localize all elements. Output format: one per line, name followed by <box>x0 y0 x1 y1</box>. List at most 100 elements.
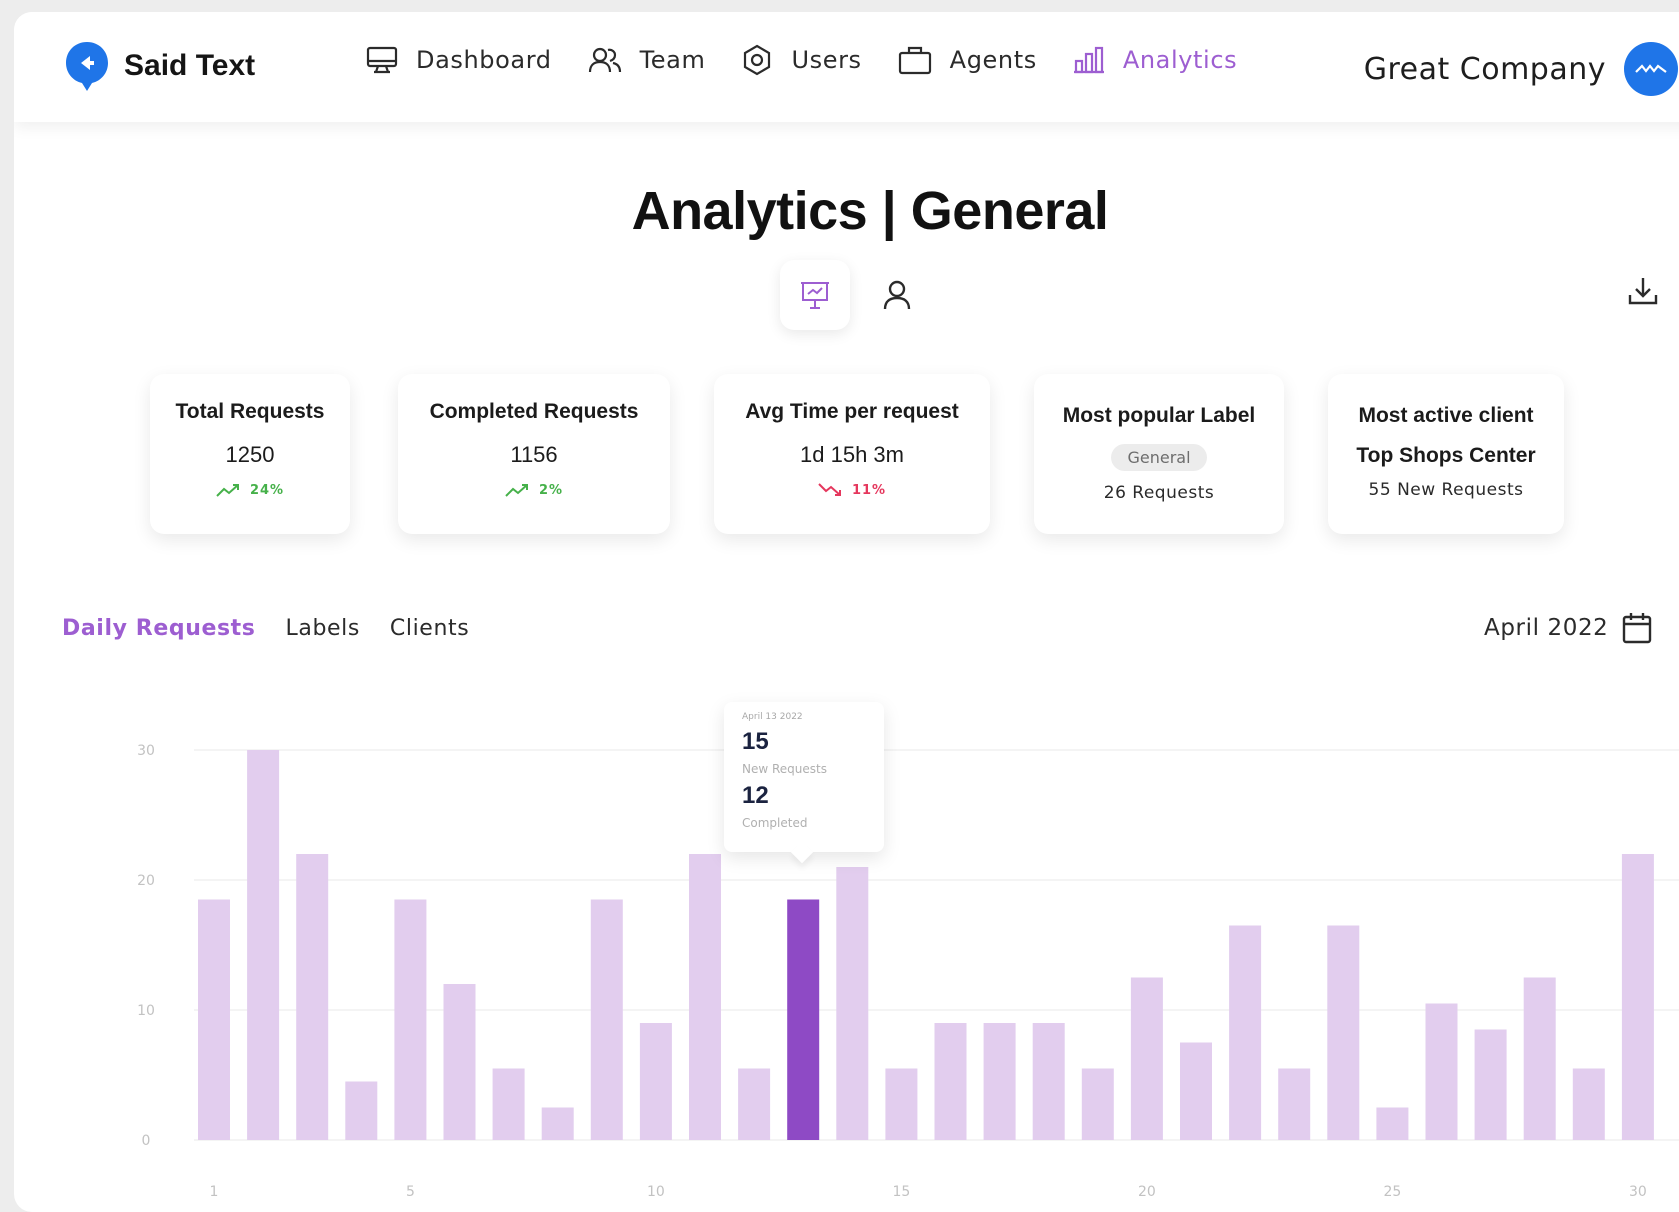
presentation-icon <box>801 282 829 309</box>
company-avatar[interactable] <box>1624 42 1678 96</box>
chart-bar[interactable] <box>1278 1068 1311 1141</box>
brand-logo-icon <box>66 42 108 91</box>
stat-trend-value: 11% <box>851 482 887 498</box>
chart-bar[interactable] <box>492 1068 525 1141</box>
chart-bar[interactable] <box>1523 977 1556 1141</box>
chart-bar[interactable] <box>934 1023 967 1140</box>
company-name: Great Company <box>1363 51 1606 87</box>
chart-bar[interactable] <box>1327 925 1360 1141</box>
stat-trend: 24% <box>150 482 350 498</box>
x-tick-label: 15 <box>892 1184 910 1200</box>
tooltip-new-requests-label: New Requests <box>742 762 827 776</box>
chart-bar[interactable] <box>1425 1003 1458 1141</box>
stat-card-completed-requests: Completed Requests 1156 2% <box>398 374 670 534</box>
stat-trend: 11% <box>714 482 990 498</box>
view-toggle <box>780 260 944 330</box>
stat-card-popular-label: Most popular Label General 26 Requests <box>1034 374 1284 534</box>
chart-bar[interactable] <box>247 750 280 1140</box>
stat-value: 1250 <box>225 442 275 467</box>
chart-bar[interactable] <box>590 899 623 1141</box>
nav-item-team[interactable]: Team <box>588 46 706 74</box>
stat-card-active-client: Most active client Top Shops Center 55 N… <box>1328 374 1564 534</box>
y-tick-label: 30 <box>137 743 155 759</box>
chart-bar[interactable] <box>443 984 476 1140</box>
x-tick-label: 10 <box>647 1184 665 1200</box>
page-title: Analytics | General <box>631 181 1109 241</box>
chart-bar[interactable] <box>885 1068 918 1141</box>
stat-trend: 2% <box>398 482 670 498</box>
company-menu[interactable]: Great Company <box>1364 42 1678 96</box>
bar-chart-icon <box>1073 46 1104 74</box>
stat-sub: 26 Requests <box>1103 483 1215 503</box>
x-tick-label: 20 <box>1138 1184 1156 1200</box>
chart-bar[interactable] <box>1229 925 1262 1141</box>
x-tick-label: 30 <box>1629 1184 1647 1200</box>
stat-value: Top Shops Center <box>1356 444 1536 467</box>
nav-label-users: Users <box>791 46 862 74</box>
chart-bar[interactable] <box>296 854 329 1140</box>
tab-daily-requests[interactable]: Daily Requests <box>62 616 256 641</box>
stat-card-total-requests: Total Requests 1250 24% <box>150 374 350 534</box>
chart-bar[interactable] <box>639 1023 672 1140</box>
chart-bar[interactable] <box>738 1068 771 1141</box>
nav-item-agents[interactable]: Agents <box>898 45 1037 75</box>
y-tick-label: 0 <box>142 1133 151 1149</box>
brand[interactable]: Said Text <box>64 40 255 92</box>
stat-trend-value: 2% <box>538 482 564 498</box>
chart-bar[interactable] <box>1474 1029 1507 1141</box>
chart-bar[interactable] <box>198 899 230 1141</box>
chart-tooltip: April 13 2022 15 New Requests 12 Complet… <box>724 702 884 852</box>
stat-value: 1156 <box>510 442 558 467</box>
stat-title: Most active client <box>1358 404 1534 427</box>
trend-up-icon <box>505 484 528 497</box>
x-tick-label: 1 <box>210 1184 219 1200</box>
chart-bar[interactable] <box>1621 854 1654 1140</box>
stat-title: Most popular Label <box>1062 404 1256 427</box>
user-view-button[interactable] <box>862 260 932 330</box>
chart-bar[interactable] <box>394 899 427 1141</box>
nav-item-users[interactable]: Users <box>741 44 861 76</box>
x-tick-label: 25 <box>1383 1184 1401 1200</box>
chart-bar-highlighted[interactable] <box>787 899 820 1141</box>
chart-bar[interactable] <box>1572 1068 1605 1141</box>
chart-bar[interactable] <box>345 1081 378 1141</box>
nav-item-dashboard[interactable]: Dashboard <box>366 45 552 75</box>
download-icon <box>1628 278 1658 305</box>
tooltip-completed-value: 12 <box>742 782 769 809</box>
month-picker[interactable]: April 2022 <box>1484 612 1652 644</box>
tab-clients[interactable]: Clients <box>390 616 469 641</box>
stat-value: 1d 15h 3m <box>800 442 904 467</box>
chart-bar[interactable] <box>1130 977 1163 1141</box>
chart-bar[interactable] <box>836 867 869 1140</box>
chart-bar[interactable] <box>1376 1107 1409 1141</box>
nav-label-team: Team <box>639 46 706 74</box>
tab-labels[interactable]: Labels <box>286 616 360 641</box>
calendar-icon <box>1623 613 1652 644</box>
label-badge: General <box>1111 444 1207 471</box>
chart-tabs: Daily Requests Labels Clients <box>62 616 499 641</box>
nav-label-agents: Agents <box>949 46 1037 74</box>
stat-card-avg-time: Avg Time per request 1d 15h 3m 11% <box>714 374 990 534</box>
general-view-button[interactable] <box>780 260 850 330</box>
chart-bar[interactable] <box>1180 1042 1212 1141</box>
download-button[interactable] <box>1618 266 1668 316</box>
top-navigation-bar: Said Text Dashboard Team Users Agents An… <box>14 12 1679 122</box>
chart-bar[interactable] <box>689 854 721 1140</box>
stat-title: Avg Time per request <box>745 400 959 423</box>
month-label: April 2022 <box>1484 615 1609 641</box>
users-icon <box>744 44 771 76</box>
chart-bar[interactable] <box>541 1107 574 1141</box>
trend-up-icon <box>216 484 239 497</box>
chart-bar[interactable] <box>1081 1068 1114 1141</box>
brand-name: Said Text <box>124 49 256 82</box>
y-tick-label: 10 <box>137 1003 155 1019</box>
x-tick-label: 5 <box>406 1184 415 1200</box>
main-nav: Dashboard Team Users Agents Analytics <box>366 44 1273 76</box>
stat-trend-value: 24% <box>249 482 285 498</box>
chart-bar[interactable] <box>1032 1023 1065 1140</box>
chart-bar[interactable] <box>983 1023 1016 1140</box>
nav-item-analytics[interactable]: Analytics <box>1073 45 1237 75</box>
briefcase-icon <box>898 46 931 75</box>
stat-sub: 55 New Requests <box>1368 480 1524 500</box>
tooltip-new-requests-value: 15 <box>742 728 769 755</box>
